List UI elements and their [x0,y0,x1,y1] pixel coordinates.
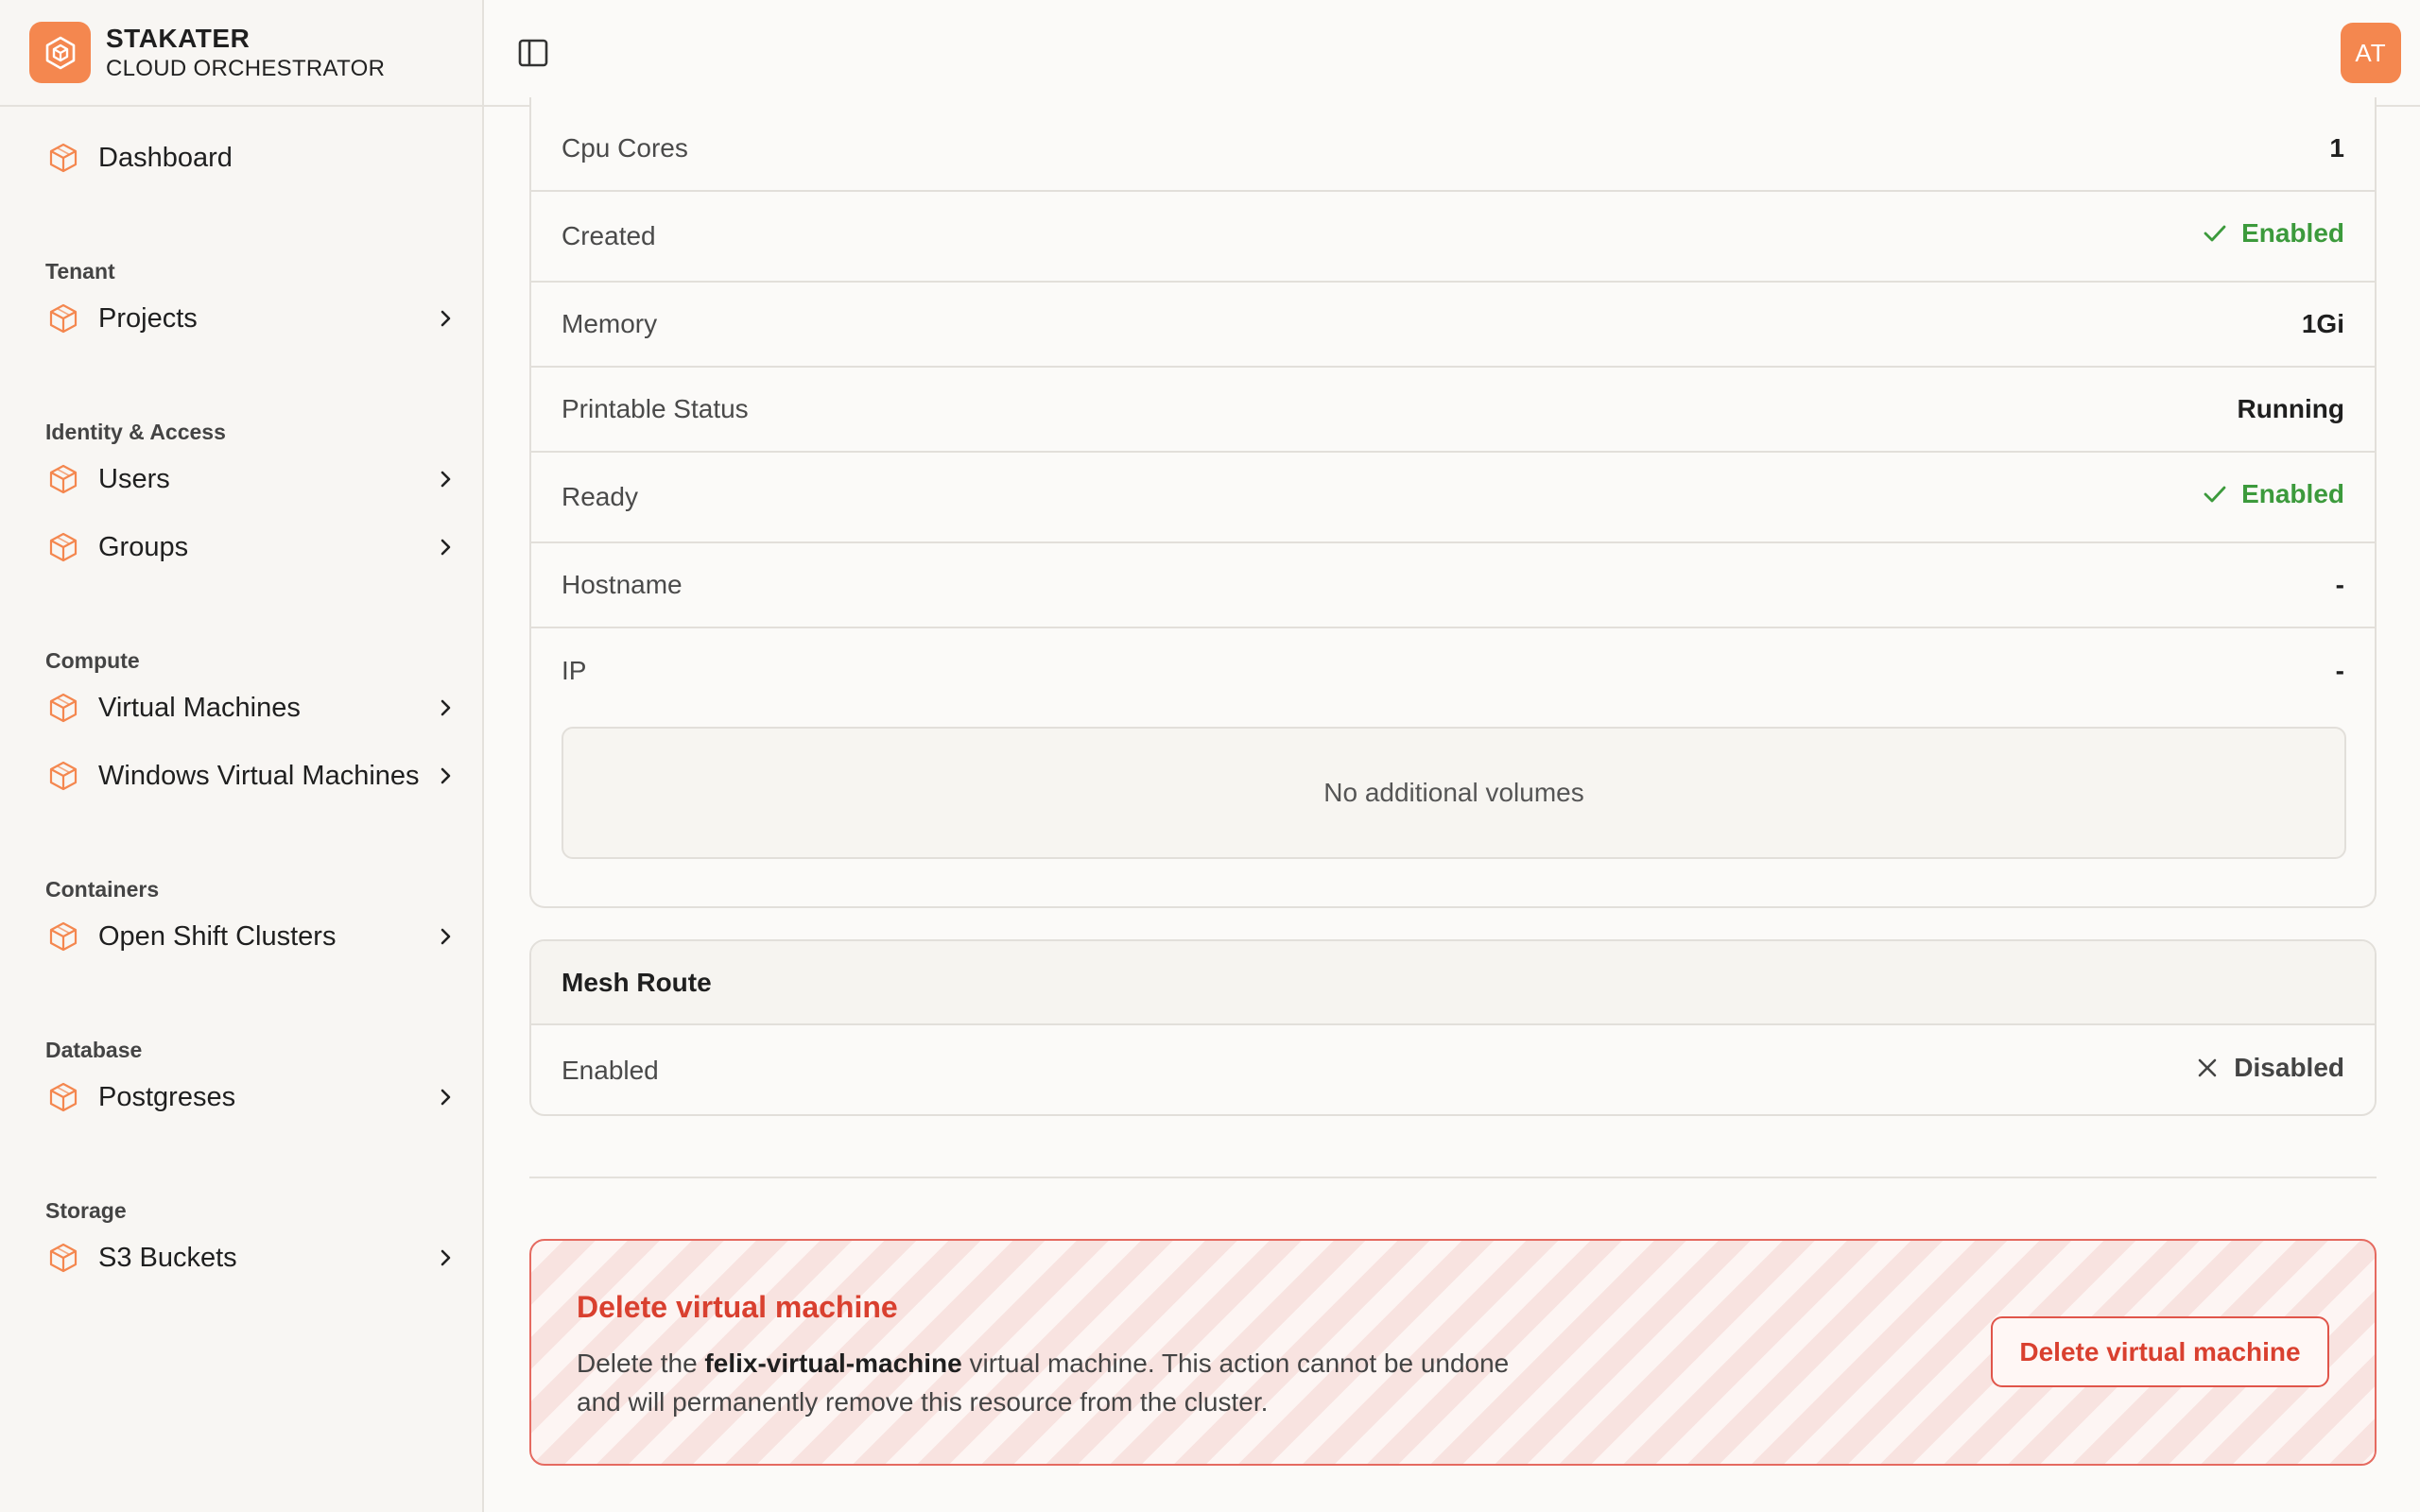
detail-label: Ready [562,482,638,511]
section-divider [529,1177,2377,1178]
detail-row-created: Created Enabled [531,192,2375,283]
status-enabled: Enabled [2202,218,2344,249]
sidebar-item-projects[interactable]: Projects [0,284,482,352]
detail-label: IP [562,656,587,685]
section-database: Database [45,1038,143,1062]
sidebar-item-label: Open Shift Clusters [98,920,337,952]
sidebar-item-label: S3 Buckets [98,1242,237,1273]
detail-row-hostname: Hostname - [531,543,2375,628]
status-text: Enabled [2241,218,2344,248]
cube-icon [47,302,79,335]
detail-row-ip: IP - [531,628,2375,713]
status-text: Disabled [2234,1053,2344,1082]
desc-prefix: Delete the [577,1349,705,1378]
status-enabled: Enabled [2202,479,2344,509]
cube-icon [47,692,79,724]
user-avatar[interactable]: AT [2341,23,2401,83]
cube-icon [47,463,79,495]
close-icon [2198,1058,2217,1077]
check-icon [2204,225,2226,242]
detail-label: Enabled [562,1056,659,1085]
sidebar-item-s3-buckets[interactable]: S3 Buckets [0,1224,482,1292]
cube-icon [47,1081,79,1113]
chevron-right-icon [433,535,458,559]
detail-label: Created [562,221,656,250]
brand-subtitle: CLOUD ORCHESTRATOR [106,56,386,81]
sidebar-item-virtual-machines[interactable]: Virtual Machines [0,674,482,742]
detail-row-memory: Memory 1Gi [531,283,2375,368]
detail-label: Cpu Cores [562,133,688,163]
section-compute: Compute [45,648,140,673]
sidebar-item-postgreses[interactable]: Postgreses [0,1063,482,1131]
detail-value: 1 [2329,133,2344,163]
cube-icon [47,1242,79,1274]
brand-header[interactable]: STAKATER CLOUD ORCHESTRATOR [0,0,482,107]
chevron-right-icon [433,1246,458,1270]
danger-zone-description: Delete the felix-virtual-machine virtual… [577,1345,1560,1421]
check-icon [2204,486,2226,503]
top-header: AT [484,0,2420,107]
detail-value: - [2335,570,2344,599]
section-containers: Containers [45,877,160,902]
detail-label: Memory [562,309,658,338]
sidebar-toggle-icon[interactable] [516,36,550,70]
sidebar-item-label: Dashboard [98,142,233,173]
section-identity: Identity & Access [45,420,226,444]
status-disabled: Disabled [2196,1053,2344,1083]
detail-value: Running [2237,394,2344,423]
sidebar-item-windows-virtual-machines[interactable]: Windows Virtual Machines [0,742,482,810]
chevron-right-icon [433,924,458,949]
chevron-right-icon [433,467,458,491]
cube-icon [47,531,79,563]
chevron-right-icon [433,696,458,720]
chevron-right-icon [433,306,458,331]
vm-name: felix-virtual-machine [704,1349,962,1378]
sidebar-item-openshift-clusters[interactable]: Open Shift Clusters [0,902,482,971]
mesh-route-title: Mesh Route [531,941,2375,1025]
sidebar-item-label: Users [98,463,170,494]
sidebar: STAKATER CLOUD ORCHESTRATOR Dashboard Te… [0,0,484,1512]
detail-row-cpu-cores: Cpu Cores 1 [531,97,2375,192]
cube-icon [47,142,79,174]
sidebar-item-groups[interactable]: Groups [0,513,482,581]
detail-value: 1Gi [2301,309,2344,338]
delete-vm-button[interactable]: Delete virtual machine [1991,1316,2329,1387]
sidebar-item-label: Windows Virtual Machines [98,760,420,791]
vm-details-card: Cpu Cores 1 Created Enabled Memory 1Gi P… [529,97,2377,908]
sidebar-item-label: Groups [98,531,189,562]
main-content: Cpu Cores 1 Created Enabled Memory 1Gi P… [484,97,2420,1512]
danger-zone-card: Delete virtual machine Delete the felix-… [529,1239,2377,1466]
detail-label: Printable Status [562,394,749,423]
section-tenant: Tenant [45,259,115,284]
sidebar-item-dashboard[interactable]: Dashboard [0,124,482,192]
detail-label: Hostname [562,570,683,599]
volumes-empty-state: No additional volumes [562,727,2346,859]
chevron-right-icon [433,1085,458,1109]
sidebar-item-label: Projects [98,302,198,334]
detail-value: - [2335,656,2344,685]
sidebar-item-label: Postgreses [98,1081,236,1112]
mesh-route-card: Mesh Route Enabled Disabled [529,939,2377,1116]
mesh-route-row: Enabled Disabled [531,1025,2375,1114]
section-storage: Storage [45,1198,127,1223]
cube-icon [47,920,79,953]
brand-name: STAKATER [106,24,251,53]
detail-row-ready: Ready Enabled [531,453,2375,543]
sidebar-nav: Dashboard Tenant Projects Identity & Acc… [0,107,482,1292]
danger-zone-title: Delete virtual machine [577,1290,898,1324]
brand-logo-icon [29,22,91,83]
detail-row-printable-status: Printable Status Running [531,368,2375,453]
sidebar-item-users[interactable]: Users [0,445,482,513]
sidebar-item-label: Virtual Machines [98,692,301,723]
chevron-right-icon [433,764,458,788]
cube-icon [47,760,79,792]
status-text: Enabled [2241,479,2344,508]
